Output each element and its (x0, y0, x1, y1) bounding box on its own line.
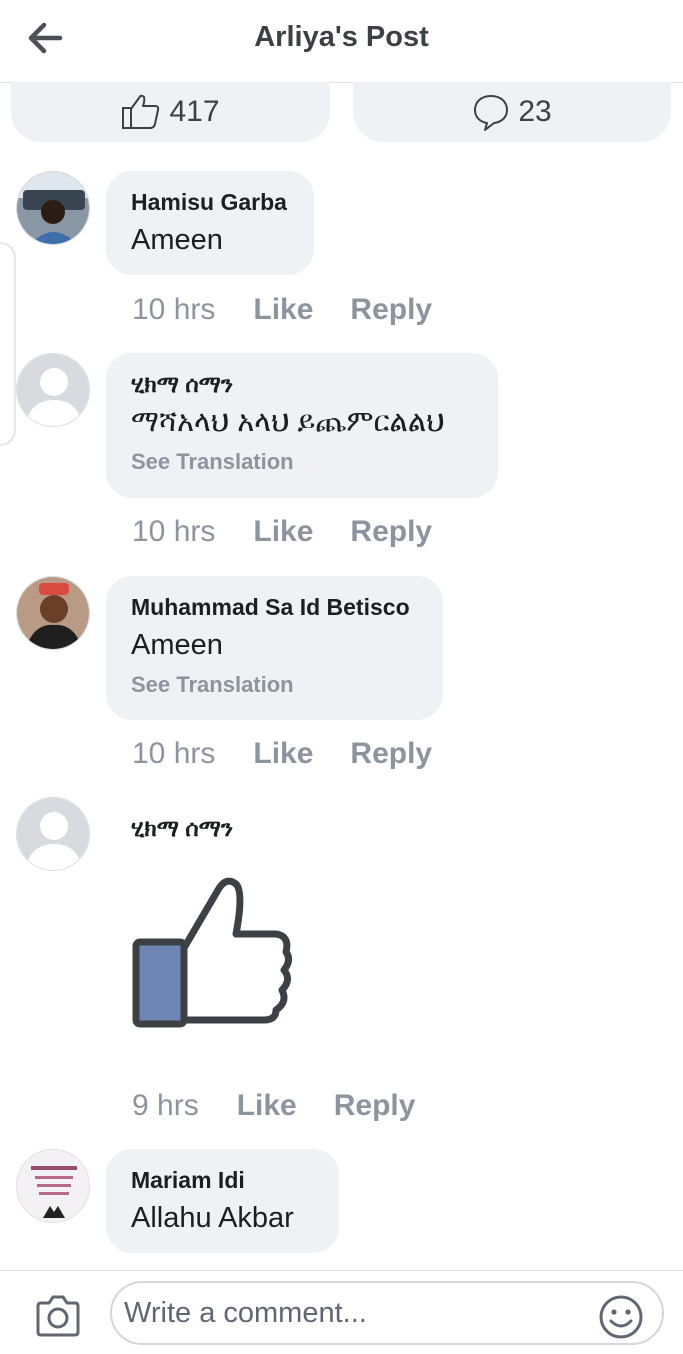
commenter-name[interactable]: ሂክማ ሰማን (131, 815, 233, 842)
comment-meta: 10 hrs Like Reply (132, 293, 469, 327)
comment-bubble[interactable]: Muhammad Sa Id Betisco Ameen See Transla… (106, 576, 443, 720)
reply-link[interactable]: Reply (350, 293, 432, 327)
avatar-photo (17, 172, 89, 244)
comment-input[interactable] (110, 1281, 664, 1345)
reply-link[interactable]: Reply (334, 1089, 416, 1123)
comment-text: ማሻአላህ አላህ ይጨምርልልህ (131, 406, 445, 438)
like-link[interactable]: Like (253, 515, 313, 549)
comment-meta: 10 hrs Like Reply (132, 515, 469, 549)
comment-composer (0, 1270, 683, 1354)
camera-icon[interactable] (34, 1294, 82, 1338)
see-translation-link[interactable]: See Translation (131, 672, 418, 698)
speech-bubble-icon (474, 95, 509, 131)
default-avatar-icon (17, 354, 89, 426)
avatar[interactable] (16, 576, 90, 650)
avatar[interactable] (16, 797, 90, 871)
comment-time[interactable]: 10 hrs (132, 737, 215, 771)
avatar[interactable] (16, 1149, 90, 1223)
commenter-name[interactable]: Muhammad Sa Id Betisco (131, 592, 418, 622)
edge-handle[interactable] (0, 242, 16, 446)
comment-meta: 9 hrs Like Reply (132, 1089, 452, 1123)
comment-bubble[interactable]: Mariam Idi Allahu Akbar (106, 1149, 339, 1253)
like-link[interactable]: Like (237, 1089, 297, 1123)
like-link[interactable]: Like (253, 293, 313, 327)
comment-time[interactable]: 10 hrs (132, 515, 215, 549)
comment-time[interactable]: 10 hrs (132, 293, 215, 327)
comment-bubble[interactable]: Hamisu Garba Ameen (106, 171, 314, 275)
smiley-icon[interactable] (598, 1294, 644, 1340)
avatar[interactable] (16, 171, 90, 245)
comments-count-button[interactable]: 23 (353, 82, 671, 142)
comment-text: Ameen (131, 224, 223, 256)
comment-meta: 10 hrs Like Reply (132, 737, 469, 771)
avatar[interactable] (16, 353, 90, 427)
comment-bubble[interactable]: ሂክማ ሰማን ማሻአላህ አላህ ይጨምርልልህ See Translatio… (106, 353, 498, 498)
commenter-name[interactable]: Hamisu Garba (131, 187, 289, 217)
comment-text: Ameen (131, 629, 223, 661)
see-translation-link[interactable]: See Translation (131, 449, 473, 475)
avatar-photo (17, 1150, 89, 1222)
avatar-photo (17, 577, 89, 649)
page-title: Arliya's Post (254, 21, 429, 53)
comment-text: Allahu Akbar (131, 1202, 294, 1234)
likes-count: 417 (169, 95, 220, 128)
like-link[interactable]: Like (253, 737, 313, 771)
comment-time[interactable]: 9 hrs (132, 1089, 199, 1123)
commenter-name[interactable]: Mariam Idi (131, 1165, 314, 1195)
reply-link[interactable]: Reply (350, 515, 432, 549)
comments-count: 23 (518, 95, 552, 128)
likes-count-button[interactable]: 417 (11, 82, 330, 142)
thumbs-up-outline-icon (122, 94, 160, 129)
thumbs-up-sticker[interactable] (126, 872, 298, 1032)
reply-link[interactable]: Reply (350, 737, 432, 771)
default-avatar-icon (17, 798, 89, 870)
commenter-name[interactable]: ሂክማ ሰማን (131, 369, 473, 399)
top-bar: Arliya's Post (0, 0, 683, 83)
